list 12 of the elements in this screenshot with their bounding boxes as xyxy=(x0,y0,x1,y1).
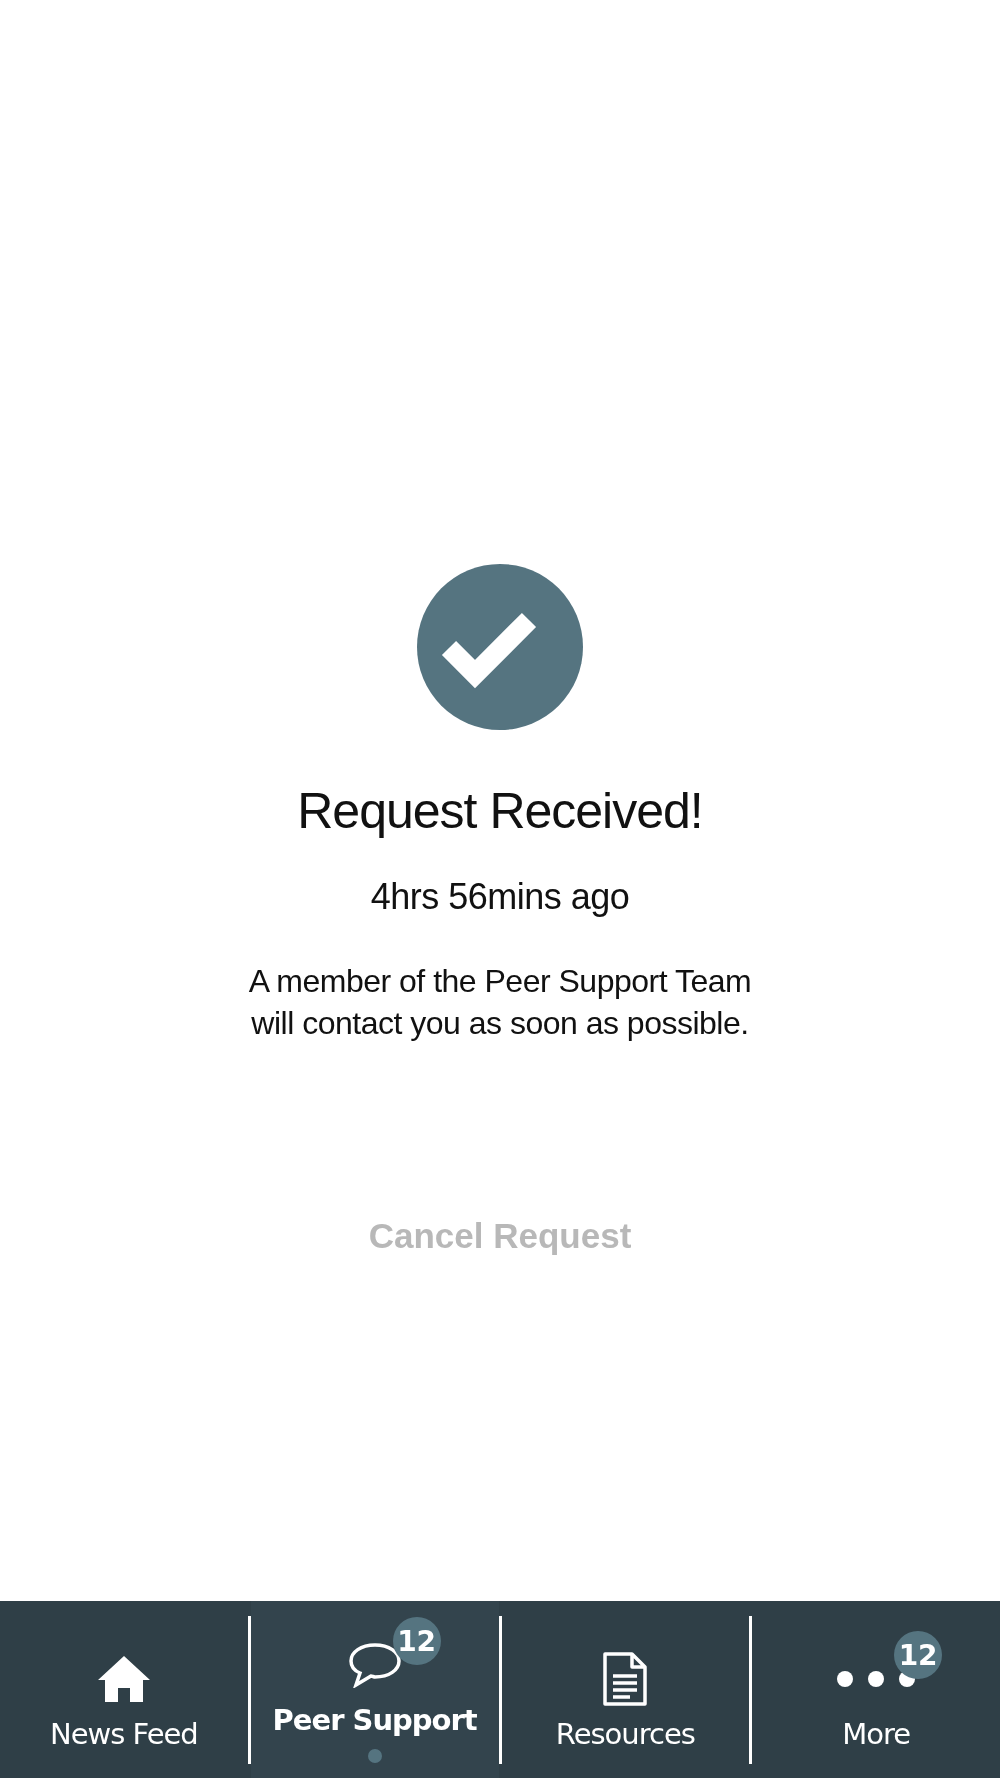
tab[interactable]: News Feed xyxy=(0,1601,248,1778)
tab[interactable]: 12 Peer Support xyxy=(250,1601,499,1778)
active-indicator xyxy=(367,1749,382,1763)
status-message: A member of the Peer Support Team will contact you as soon as possible. xyxy=(248,962,752,1043)
checkmark-icon xyxy=(417,564,583,730)
timestamp: 4hrs 56mins ago xyxy=(370,876,630,918)
status-title: Request Received! xyxy=(297,782,703,840)
count-badge: 12 xyxy=(392,1617,441,1665)
count-badge: 12 xyxy=(894,1631,943,1679)
document-icon xyxy=(602,1651,649,1707)
tab[interactable]: Resources xyxy=(501,1601,750,1778)
tab[interactable]: 12 More xyxy=(752,1601,1000,1778)
